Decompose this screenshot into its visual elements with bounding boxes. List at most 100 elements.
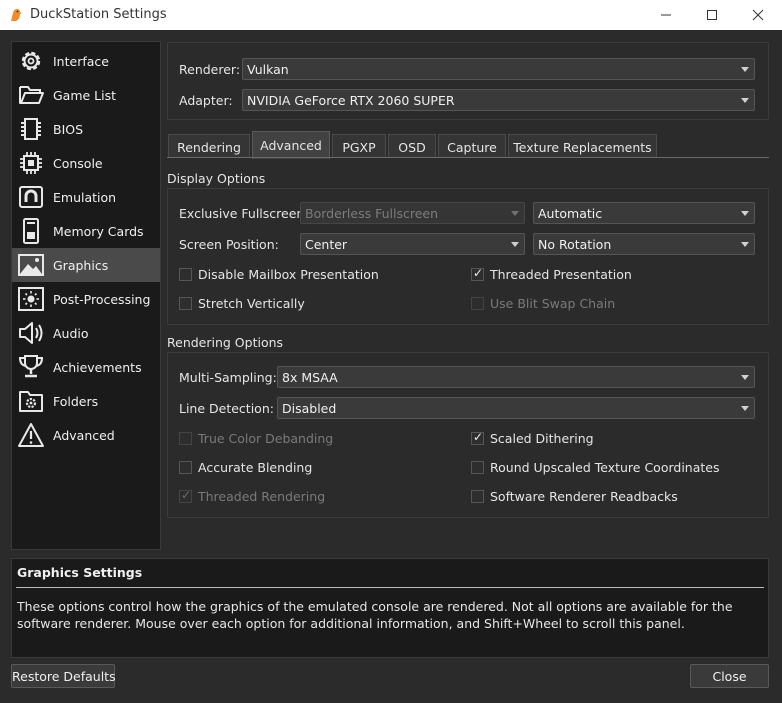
exclusive-fullscreen-value: Borderless Fullscreen	[305, 206, 438, 221]
emulation-icon	[19, 186, 43, 208]
minimize-button[interactable]	[643, 0, 689, 30]
true-color-debanding-checkbox[interactable]: True Color Debanding	[179, 430, 333, 446]
restore-defaults-button[interactable]: Restore Defaults	[11, 664, 116, 688]
sidebar-item-graphics[interactable]: Graphics	[12, 248, 160, 282]
accurate-blending-checkbox[interactable]: Accurate Blending	[179, 459, 312, 475]
exclusive-fullscreen-select[interactable]: Borderless Fullscreen	[300, 202, 525, 224]
rotation-select[interactable]: No Rotation	[533, 233, 755, 255]
close-button[interactable]: Close	[690, 664, 769, 688]
disable-mailbox-checkbox[interactable]: Disable Mailbox Presentation	[179, 266, 379, 282]
sidebar-item-folders[interactable]: Folders	[12, 384, 160, 418]
chevron-down-icon	[511, 242, 519, 247]
folder-open-icon	[19, 86, 44, 104]
sidebar-item-label: Achievements	[53, 360, 142, 375]
renderer-select[interactable]: Vulkan	[242, 58, 755, 80]
software-renderer-readbacks-checkbox[interactable]: Software Renderer Readbacks	[471, 488, 678, 504]
sidebar-item-memory-cards[interactable]: Memory Cards	[12, 214, 160, 248]
help-text: These options control how the graphics o…	[17, 599, 733, 631]
stretch-vertically-checkbox[interactable]: Stretch Vertically	[179, 295, 305, 311]
sidebar-item-label: Advanced	[53, 428, 115, 443]
maximize-button[interactable]	[689, 0, 735, 30]
sidebar-item-label: Interface	[53, 54, 109, 69]
tab-capture[interactable]: Capture	[438, 134, 506, 158]
sidebar-item-emulation[interactable]: Emulation	[12, 180, 160, 214]
round-upscaled-texture-coordinates-checkbox[interactable]: Round Upscaled Texture Coordinates	[471, 459, 720, 475]
checkbox-box	[179, 431, 192, 445]
multi-sampling-value: 8x MSAA	[282, 370, 338, 385]
line-detection-select[interactable]: Disabled	[277, 397, 755, 419]
memory-card-icon	[23, 218, 39, 244]
chevron-down-icon	[741, 375, 749, 380]
screen-position-select[interactable]: Center	[300, 233, 525, 255]
line-detection-value: Disabled	[282, 401, 337, 416]
checkbox-label: Disable Mailbox Presentation	[198, 266, 379, 282]
sidebar-item-label: Audio	[53, 326, 89, 341]
checkbox-label: Round Upscaled Texture Coordinates	[490, 459, 720, 475]
use-blit-swap-chain-checkbox[interactable]: Use Blit Swap Chain	[471, 295, 615, 311]
checkbox-label: True Color Debanding	[198, 430, 334, 446]
checkbox-label: Scaled Dithering	[490, 430, 594, 446]
title-bar: DuckStation Settings	[0, 0, 782, 30]
exclusive-fullscreen-label: Exclusive Fullscreen:	[179, 206, 309, 221]
help-title: Graphics Settings	[17, 565, 143, 580]
threaded-presentation-checkbox[interactable]: Threaded Presentation	[471, 266, 632, 282]
close-window-button[interactable]	[735, 0, 781, 30]
chip-icon	[21, 118, 41, 140]
checkbox-box	[471, 460, 484, 474]
help-panel: Graphics Settings These options control …	[11, 558, 769, 658]
sidebar-item-bios[interactable]: BIOS	[12, 112, 160, 146]
folder-gear-icon	[19, 391, 43, 412]
multi-sampling-label: Multi-Sampling:	[179, 370, 277, 385]
checkbox-label: Threaded Rendering	[198, 488, 326, 504]
chevron-down-icon	[741, 406, 749, 411]
screen-position-label: Screen Position:	[179, 237, 279, 252]
adapter-value: NVIDIA GeForce RTX 2060 SUPER	[247, 93, 455, 108]
tab-advanced[interactable]: Advanced	[252, 131, 330, 159]
tab-texture-replacements[interactable]: Texture Replacements	[508, 134, 657, 158]
display-options-title: Display Options	[167, 171, 266, 186]
checkbox-box	[471, 296, 484, 310]
image-icon	[18, 254, 44, 276]
fullscreen-mode-value: Automatic	[538, 206, 603, 221]
chevron-down-icon	[511, 211, 519, 216]
warning-icon	[18, 423, 44, 447]
sidebar-item-label: Memory Cards	[53, 224, 144, 239]
tab-rendering[interactable]: Rendering	[168, 134, 250, 158]
tab-osd[interactable]: OSD	[388, 134, 436, 158]
help-divider	[16, 587, 764, 588]
trophy-icon	[18, 355, 44, 378]
sidebar-item-advanced[interactable]: Advanced	[12, 418, 160, 452]
multi-sampling-select[interactable]: 8x MSAA	[277, 366, 755, 388]
sidebar-item-label: Game List	[53, 88, 117, 103]
sidebar-item-achievements[interactable]: Achievements	[12, 350, 160, 384]
checkbox-box	[179, 460, 192, 474]
tab-pgxp[interactable]: PGXP	[332, 134, 386, 158]
checkbox-box	[179, 267, 192, 281]
duck-app-icon	[11, 9, 22, 21]
brightness-icon	[18, 287, 44, 311]
sidebar-item-game-list[interactable]: Game List	[12, 78, 160, 112]
line-detection-label: Line Detection:	[179, 401, 274, 416]
cpu-icon	[20, 152, 42, 174]
tab-underline	[167, 157, 769, 158]
sidebar-item-post-processing[interactable]: Post-Processing	[12, 282, 160, 316]
sidebar-item-console[interactable]: Console	[12, 146, 160, 180]
threaded-rendering-checkbox[interactable]: Threaded Rendering	[179, 488, 325, 504]
maximize-icon	[707, 10, 717, 20]
sidebar-item-label: Emulation	[53, 190, 117, 205]
sidebar-item-interface[interactable]: Interface	[12, 44, 160, 78]
sidebar-item-audio[interactable]: Audio	[12, 316, 160, 350]
close-icon	[752, 9, 764, 21]
sidebar-item-label: Graphics	[53, 258, 109, 273]
rotation-value: No Rotation	[538, 237, 612, 252]
chevron-down-icon	[741, 67, 749, 72]
adapter-select[interactable]: NVIDIA GeForce RTX 2060 SUPER	[242, 89, 755, 111]
checkbox-box	[179, 296, 192, 310]
checkbox-box	[179, 488, 192, 503]
scaled-dithering-checkbox[interactable]: Scaled Dithering	[471, 430, 594, 446]
chevron-down-icon	[741, 211, 749, 216]
sidebar-item-label: Folders	[53, 394, 99, 409]
fullscreen-mode-select[interactable]: Automatic	[533, 202, 755, 224]
checkbox-box	[471, 266, 484, 281]
renderer-label: Renderer:	[179, 62, 241, 77]
